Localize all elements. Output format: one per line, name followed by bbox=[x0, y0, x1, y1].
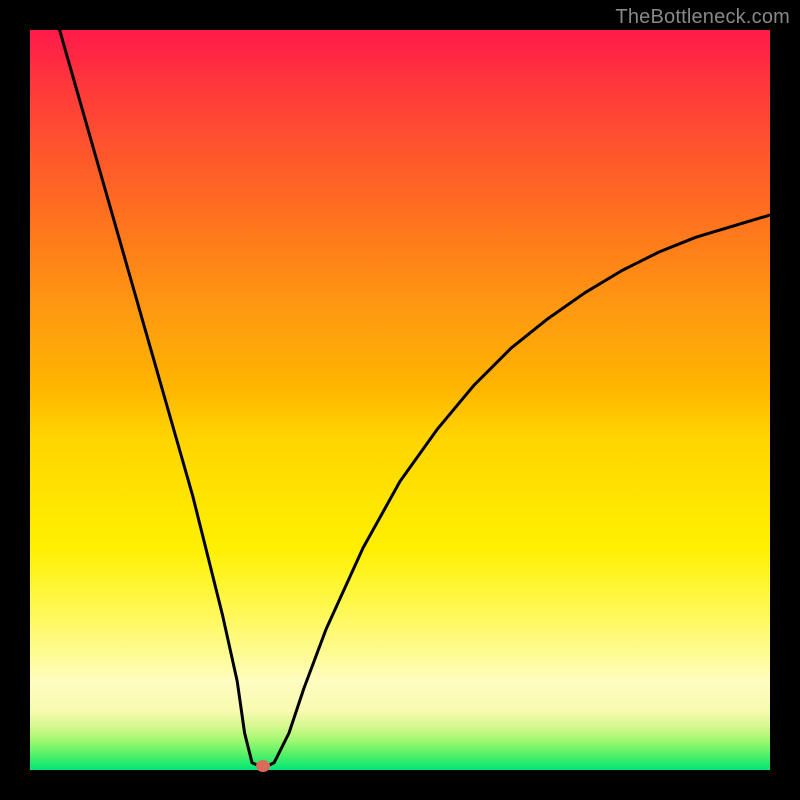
optimal-point-marker bbox=[256, 760, 270, 772]
watermark-text: TheBottleneck.com bbox=[615, 6, 790, 29]
bottleneck-curve bbox=[60, 30, 770, 766]
curve-svg bbox=[30, 30, 770, 770]
chart-container: TheBottleneck.com bbox=[0, 0, 800, 800]
plot-area bbox=[30, 30, 770, 770]
